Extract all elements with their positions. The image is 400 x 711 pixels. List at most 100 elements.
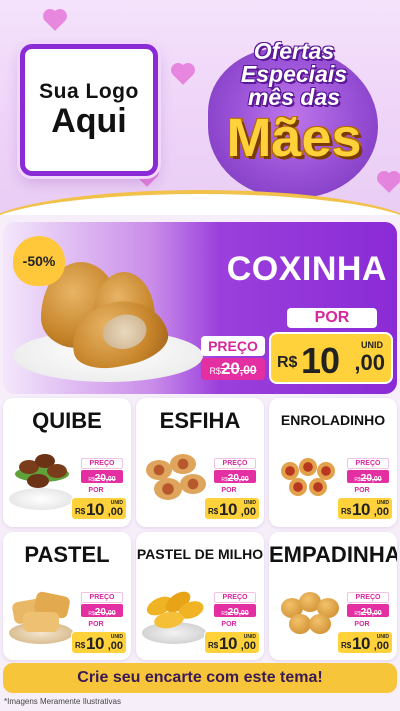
empadinha-piece <box>309 613 331 634</box>
price-decimal: ,00 <box>238 476 249 483</box>
esfiha-piece <box>170 454 196 474</box>
new-price: UNID R$ 10 ,00 <box>71 497 127 520</box>
featured-product-name: COXINHA <box>226 250 387 288</box>
new-price: UNID R$ 10 ,00 <box>71 630 127 654</box>
old-price-label: PREÇO <box>214 591 256 603</box>
enroladinho-piece <box>289 478 307 496</box>
old-price: R$20,00 <box>201 358 265 380</box>
logo-text: Sua Logo <box>39 80 139 104</box>
product-name: PASTEL <box>24 541 110 567</box>
new-price-label: POR <box>221 487 237 494</box>
old-price: R$20,00 <box>214 603 256 618</box>
new-price-label: POR <box>88 620 104 628</box>
discount-text: -50% <box>22 253 56 269</box>
create-flyer-button[interactable]: Crie seu encarte com este tema! <box>3 663 397 693</box>
product-name: PASTEL DE MILHO <box>136 545 264 562</box>
old-price: R$20,00 <box>347 470 389 484</box>
old-price: R$20,00 <box>347 603 389 618</box>
title-line: Ofertas <box>253 38 335 64</box>
price-integer: 20 <box>360 606 372 618</box>
logo-placeholder[interactable]: Sua Logo Aqui <box>20 44 158 176</box>
product-grid: QUIBE PREÇO R$20,00 POR UNID R$ 10 ,00 E… <box>3 398 397 660</box>
price-decimal: ,00 <box>371 609 382 617</box>
price-integer: 20 <box>220 359 240 378</box>
new-price-label: POR <box>354 487 370 494</box>
product-card-enroladinho[interactable]: ENROLADINHO PREÇO R$20,00 POR UNID R$ 10… <box>269 398 397 527</box>
old-price-label: PREÇO <box>214 458 256 469</box>
title-line: Especiais <box>240 61 348 87</box>
discount-badge: -50% <box>13 236 65 286</box>
header-banner: Sua Logo Aqui Ofertas Especiais mês das … <box>0 0 400 215</box>
new-price: UNID R$ 10 ,00 <box>204 630 260 654</box>
dish-image <box>9 488 73 510</box>
currency: R$ <box>277 354 298 371</box>
product-card-quibe[interactable]: QUIBE PREÇO R$20,00 POR UNID R$ 10 ,00 <box>3 398 131 527</box>
product-card-pastel[interactable]: PASTEL PREÇO R$20,00 POR UNID R$ 10 ,00 <box>3 531 131 660</box>
price-integer: 20 <box>360 473 372 484</box>
price-decimal: ,00 <box>240 506 256 518</box>
currency: R$ <box>208 640 219 650</box>
new-price-label: POR <box>354 620 370 628</box>
product-name: ESFIHA <box>159 408 241 433</box>
price-integer: 20 <box>94 606 106 618</box>
new-price-label: POR <box>287 308 377 328</box>
price-integer: 10 <box>86 500 104 519</box>
product-card-empadinha[interactable]: EMPADINHA PREÇO R$20,00 POR UNID R$ 10 ,… <box>269 531 397 660</box>
quibe-image <box>9 446 73 512</box>
price-decimal: ,00 <box>238 609 249 617</box>
product-card-pastel-de-milho[interactable]: PASTEL DE MILHO PREÇO R$20,00 POR UNID R… <box>136 531 264 660</box>
price-decimal: ,00 <box>373 639 389 652</box>
old-price-label: PREÇO <box>347 458 389 469</box>
price-integer: 10 <box>219 500 237 519</box>
promo-title: Ofertas Especiais mês das Mães <box>198 40 390 200</box>
empadinha-image <box>275 580 339 646</box>
quibe-piece <box>47 464 67 478</box>
new-price-label: POR <box>221 620 237 628</box>
currency: R$ <box>209 366 221 376</box>
price-decimal: ,00 <box>107 506 123 518</box>
esfiha-image <box>142 446 206 512</box>
old-price-label: PREÇO <box>347 591 389 603</box>
price-integer: 10 <box>301 340 340 381</box>
price-decimal: ,00 <box>105 476 116 483</box>
old-price: R$20,00 <box>81 470 123 484</box>
product-card-esfiha[interactable]: ESFIHA PREÇO R$20,00 POR UNID R$ 10 ,00 <box>136 398 264 527</box>
disclaimer-text: *Imagens Meramente Ilustrativas <box>4 697 121 706</box>
old-price: R$20,00 <box>81 603 123 618</box>
new-price: UNID R$ 10 ,00 <box>204 497 260 520</box>
unit-label: UNID <box>361 340 383 350</box>
currency: R$ <box>341 507 352 516</box>
price-decimal: ,00 <box>105 609 116 617</box>
price-integer: 10 <box>352 500 370 519</box>
title-line: mês das <box>247 84 341 110</box>
empadinha-piece <box>289 613 311 634</box>
quibe-piece <box>27 474 49 488</box>
price-integer: 20 <box>227 606 239 618</box>
heart-decoration <box>45 11 65 31</box>
price-integer: 10 <box>352 633 370 653</box>
currency: R$ <box>341 640 352 650</box>
new-price: UNID R$ 10 ,00 <box>337 497 393 520</box>
new-price: UNID R$ 10 ,00 <box>337 630 393 654</box>
product-name: EMPADINHA <box>269 541 397 567</box>
enroladinho-image <box>275 446 339 512</box>
price-decimal: ,00 <box>107 639 123 652</box>
price-decimal: ,00 <box>354 350 385 375</box>
title-highlight: Mães <box>226 108 362 168</box>
pastel-image <box>9 580 73 646</box>
logo-text: Aqui <box>51 102 127 141</box>
currency: R$ <box>75 507 86 516</box>
new-price-label: POR <box>88 487 104 494</box>
old-price-label: PREÇO <box>201 336 265 356</box>
product-name: ENROLADINHO <box>280 412 386 428</box>
price-integer: 20 <box>227 473 239 484</box>
heart-decoration <box>173 65 193 85</box>
price-decimal: ,00 <box>240 639 256 652</box>
esfiha-piece <box>146 460 172 480</box>
old-price-label: PREÇO <box>81 458 123 469</box>
old-price-label: PREÇO <box>81 591 123 603</box>
price-integer: 10 <box>219 633 237 653</box>
product-name: QUIBE <box>32 408 102 433</box>
featured-product-card[interactable]: -50% COXINHA PREÇO R$20,00 POR UNID R$ 1… <box>3 222 397 394</box>
price-integer: 10 <box>86 633 104 653</box>
